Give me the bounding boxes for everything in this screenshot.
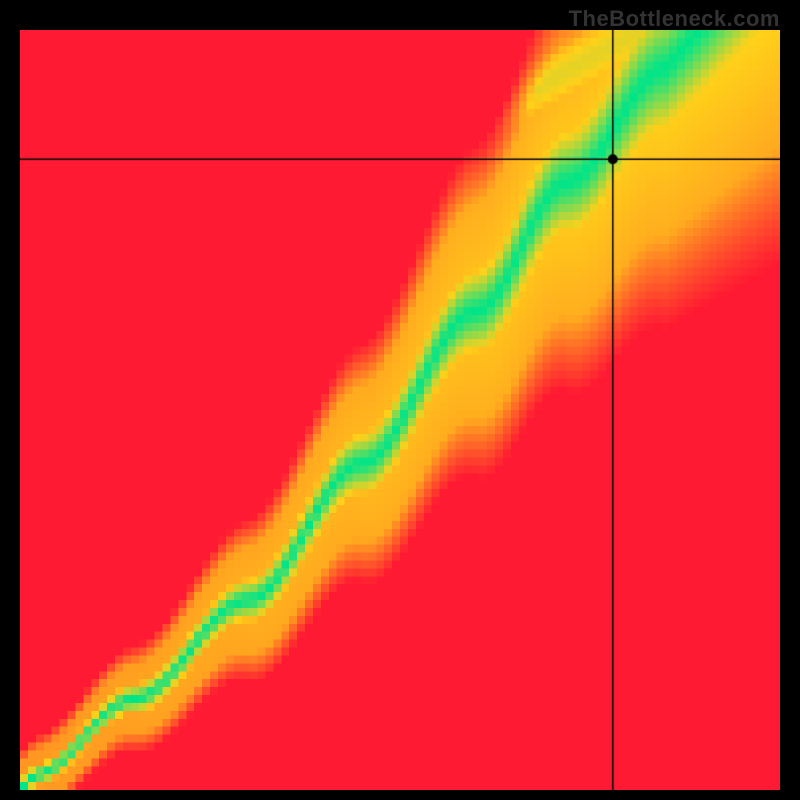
- watermark-text: TheBottleneck.com: [569, 6, 780, 32]
- crosshair-overlay: [20, 30, 780, 790]
- chart-container: TheBottleneck.com: [0, 0, 800, 800]
